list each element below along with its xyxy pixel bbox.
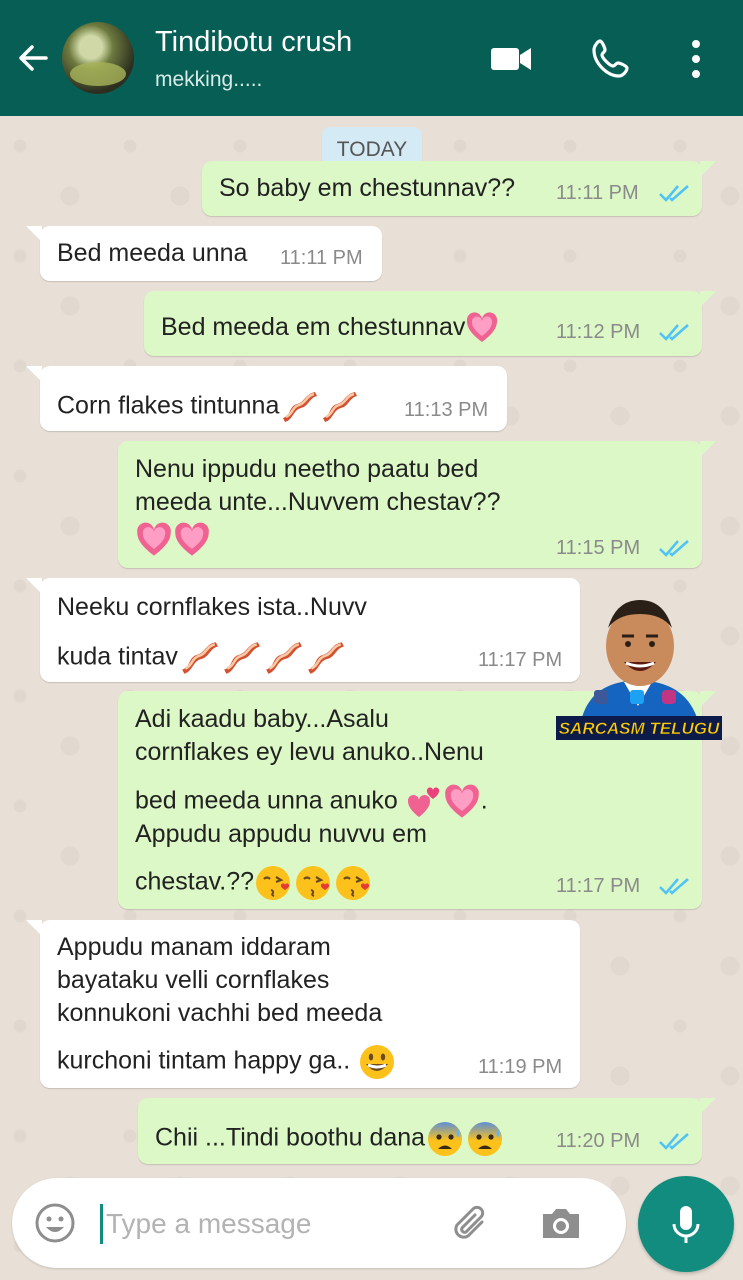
message-text: cornflakes ey levu anuko..Nenu	[135, 738, 484, 766]
kissing-face-icon	[296, 866, 331, 900]
back-arrow-icon[interactable]	[14, 38, 54, 78]
voice-record-button[interactable]	[638, 1176, 734, 1272]
anxious-face-icon	[428, 1122, 463, 1156]
message-text: konnukoni vachhi bed meeda	[57, 999, 383, 1027]
sarcasm-telugu-sticker: SARCASM TELUGU	[556, 588, 722, 740]
sparkling-heart-icon	[444, 784, 479, 818]
grinning-face-icon	[360, 1045, 395, 1079]
bacon-icon	[323, 392, 358, 422]
message-text-part: kuda tintav	[57, 642, 178, 671]
message-text-part: .	[480, 786, 488, 815]
message-text: kuda tintav	[57, 638, 346, 678]
camera-icon[interactable]	[538, 1200, 584, 1246]
message-text-part: bed meeda unna anuko	[135, 786, 398, 815]
message-text: Appudu manam iddaram	[57, 933, 331, 961]
message-text: bed meeda unna anuko .	[135, 783, 488, 821]
bacon-icon	[283, 392, 318, 422]
outgoing-message[interactable]: Bed meeda em chestunnav 11:12 PM	[144, 291, 716, 356]
message-text: chestav.??	[135, 863, 374, 903]
outgoing-message[interactable]: Nenu ippudu neetho paatu bed meeda unte.…	[118, 441, 716, 568]
message-time: 11:12 PM	[556, 321, 641, 343]
message-text-part: Corn flakes tintunna	[57, 391, 280, 420]
message-time: 11:13 PM	[404, 399, 489, 421]
bacon-icon	[224, 642, 260, 674]
kissing-face-icon	[256, 866, 291, 900]
bacon-icon	[308, 642, 344, 674]
message-time: 11:19 PM	[478, 1056, 563, 1078]
two-hearts-icon	[407, 787, 439, 817]
contact-name[interactable]: Tindibotu crush	[155, 26, 352, 59]
message-text: Appudu appudu nuvvu em	[135, 820, 427, 848]
message-text-part: Bed meeda em chestunnav	[161, 313, 466, 341]
message-time: 11:15 PM	[556, 537, 641, 559]
text-cursor	[100, 1204, 103, 1244]
outgoing-message[interactable]: So baby em chestunnav?? 11:11 PM	[202, 161, 716, 216]
message-text-part: Chii ...Tindi boothu dana	[155, 1123, 426, 1152]
read-receipt-icon	[659, 185, 689, 202]
comedian-face-icon: SARCASM TELUGU	[556, 600, 722, 740]
contact-avatar[interactable]	[62, 22, 134, 94]
message-time: 11:17 PM	[556, 875, 641, 897]
kissing-face-icon	[336, 866, 371, 900]
message-time: 11:11 PM	[280, 247, 363, 269]
message-text: Bed meeda unna	[57, 239, 248, 267]
incoming-message[interactable]: Neeku cornflakes ista..Nuvv kuda tintav …	[26, 578, 580, 682]
bacon-icon	[266, 642, 302, 674]
message-text: meeda unte...Nuvvem chestav??	[135, 488, 501, 516]
anxious-face-icon	[468, 1122, 503, 1156]
sticker-caption: SARCASM TELUGU	[559, 719, 720, 738]
read-receipt-icon	[659, 878, 689, 895]
message-text: bayataku velli cornflakes	[57, 966, 330, 994]
contact-status: mekking.....	[155, 68, 263, 91]
message-emojis	[135, 521, 211, 559]
message-composer	[12, 1178, 626, 1268]
more-options-icon[interactable]	[676, 36, 716, 82]
message-text: Neeku cornflakes ista..Nuvv	[57, 593, 367, 621]
sparkling-heart-icon	[467, 312, 498, 343]
message-text-part: kurchoni tintam happy ga..	[57, 1046, 351, 1075]
microphone-icon	[672, 1206, 700, 1243]
incoming-message[interactable]: Corn flakes tintunna 11:13 PM	[26, 366, 507, 431]
message-text: Adi kaadu baby...Asalu	[135, 705, 389, 733]
emoji-picker-icon[interactable]	[32, 1200, 78, 1246]
attachment-icon[interactable]	[448, 1200, 494, 1246]
read-receipt-icon	[659, 324, 689, 341]
incoming-message[interactable]: Appudu manam iddaram bayataku velli corn…	[26, 920, 580, 1088]
message-text: Corn flakes tintunna	[57, 388, 359, 426]
message-time: 11:17 PM	[478, 649, 563, 671]
message-text: Nenu ippudu neetho paatu bed	[135, 455, 479, 483]
message-text: Bed meeda em chestunnav	[161, 311, 499, 345]
chat-header: Tindibotu crush mekking.....	[0, 0, 743, 116]
read-receipt-icon	[659, 540, 689, 557]
bacon-icon	[182, 642, 218, 674]
video-call-icon[interactable]	[488, 36, 534, 82]
message-time: 11:11 PM	[556, 182, 639, 204]
message-text: So baby em chestunnav??	[219, 174, 516, 202]
message-text: Chii ...Tindi boothu dana	[155, 1119, 505, 1159]
phone-call-icon[interactable]	[588, 36, 634, 82]
message-time: 11:20 PM	[556, 1130, 641, 1152]
sparkling-heart-icon	[137, 522, 171, 556]
incoming-message[interactable]: Bed meeda unna 11:11 PM	[26, 226, 382, 281]
message-input[interactable]	[104, 1200, 428, 1248]
sparkling-heart-icon	[175, 522, 209, 556]
read-receipt-icon	[659, 1133, 689, 1150]
message-text: kurchoni tintam happy ga..	[57, 1042, 397, 1082]
message-text-part: chestav.??	[135, 867, 255, 896]
outgoing-message[interactable]: Chii ...Tindi boothu dana 11:20 PM	[138, 1098, 716, 1164]
